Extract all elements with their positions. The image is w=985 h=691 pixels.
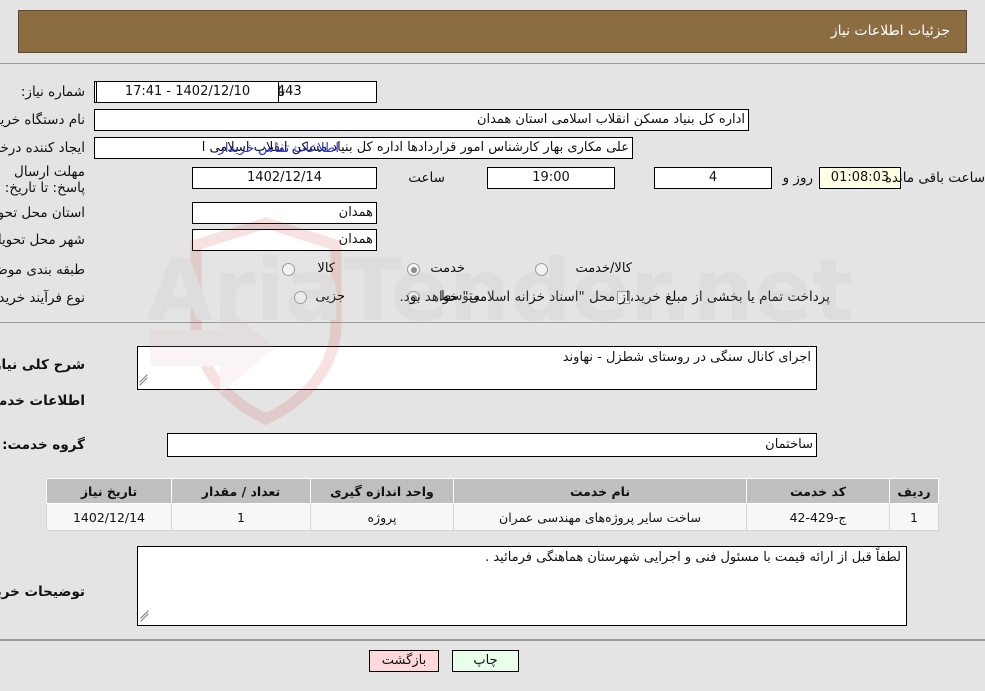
delivery-city-value: همدان [192, 229, 377, 251]
radio-process-jozei[interactable] [294, 291, 307, 304]
cell-need-date: 1402/12/14 [46, 503, 172, 531]
radio-category-kala-khedmat-label: کالا/خدمت [575, 261, 632, 276]
page-root: AriaTender.net جزئیات اطلاعات نیاز شماره… [0, 0, 985, 691]
announce-datetime-value: 1402/12/10 - 17:41 [96, 81, 279, 103]
cell-code: ج-429-42 [746, 503, 890, 531]
radio-category-kala-khedmat[interactable] [535, 263, 548, 276]
buyer-contact-link[interactable]: اطلاعات تماس خریدار [219, 141, 339, 156]
cell-radif: 1 [889, 503, 939, 531]
back-button[interactable]: بازگشت [369, 650, 439, 672]
deadline-date-value: 1402/12/14 [192, 167, 377, 189]
footer-divider [0, 640, 985, 641]
need-number-label: شماره نیاز: [20, 84, 85, 100]
print-button[interactable]: چاپ [452, 650, 519, 672]
buyer-notes-label: توضیحات خریدار: [0, 584, 85, 600]
radio-process-jozei-label: جزیی [315, 289, 345, 304]
page-title: جزئیات اطلاعات نیاز [830, 23, 950, 39]
service-group-value: ساختمان [167, 433, 817, 457]
request-creator-value: علی مکاری بهار کارشناس امور قراردادها اد… [94, 137, 633, 159]
delivery-province-value: همدان [192, 202, 377, 224]
need-summary-label: شرح کلی نیاز: [0, 357, 85, 373]
col-name: نام خدمت [453, 478, 747, 504]
remaining-days-value: 4 [654, 167, 772, 189]
purchase-process-label: نوع فرآیند خرید : [0, 290, 85, 306]
cell-unit: پروژه [310, 503, 454, 531]
table-header-row: ردیف کد خدمت نام خدمت واحد اندازه گیری ت… [46, 478, 939, 504]
radio-category-kala[interactable] [282, 263, 295, 276]
table-row: 1 ج-429-42 ساخت سایر پروژه‌های مهندسی عم… [46, 503, 939, 531]
buyer-org-value: اداره کل بنیاد مسکن انقلاب اسلامی استان … [94, 109, 749, 131]
need-summary-textarea[interactable]: اجرای کانال سنگی در روستای شطزل - نهاوند [137, 346, 817, 390]
delivery-province-label: استان محل تحویل: [0, 205, 85, 221]
radio-category-khedmat-label: خدمت [430, 261, 465, 276]
services-table: ردیف کد خدمت نام خدمت واحد اندازه گیری ت… [46, 478, 939, 531]
service-group-label: گروه خدمت: [2, 437, 85, 453]
deadline-hour-value: 19:00 [487, 167, 615, 189]
countdown-timer-label: ساعت باقی مانده [884, 170, 985, 186]
page-header-bar: جزئیات اطلاعات نیاز [18, 10, 967, 53]
col-radif: ردیف [889, 478, 939, 504]
services-section-title: اطلاعات خدمات مورد نیاز [0, 393, 85, 409]
cell-name: ساخت سایر پروژه‌های مهندسی عمران [453, 503, 747, 531]
reply-deadline-label: مهلت ارسال پاسخ: تا تاریخ: [4, 164, 85, 196]
request-creator-label: ایجاد کننده درخواست: [0, 140, 85, 156]
col-unit: واحد اندازه گیری [310, 478, 454, 504]
delivery-city-label: شهر محل تحویل: [0, 232, 85, 248]
buyer-org-label: نام دستگاه خریدار: [0, 112, 85, 128]
col-need-date: تاریخ نیاز [46, 478, 172, 504]
treasury-bonds-note: پرداخت تمام یا بخشی از مبلغ خرید،از محل … [399, 289, 830, 305]
deadline-hour-label: ساعت [408, 170, 445, 186]
subject-category-label: طبقه بندی موضوعی: [0, 262, 85, 278]
buyer-notes-textarea[interactable]: لطفاً قبل از ارائه قیمت با مسئول فنی و ا… [137, 546, 907, 626]
radio-category-kala-label: کالا [317, 261, 335, 276]
cell-qty: 1 [171, 503, 311, 531]
radio-category-khedmat[interactable] [407, 263, 420, 276]
remaining-days-label: روز و [782, 170, 813, 186]
col-code: کد خدمت [746, 478, 890, 504]
col-qty: تعداد / مقدار [171, 478, 311, 504]
